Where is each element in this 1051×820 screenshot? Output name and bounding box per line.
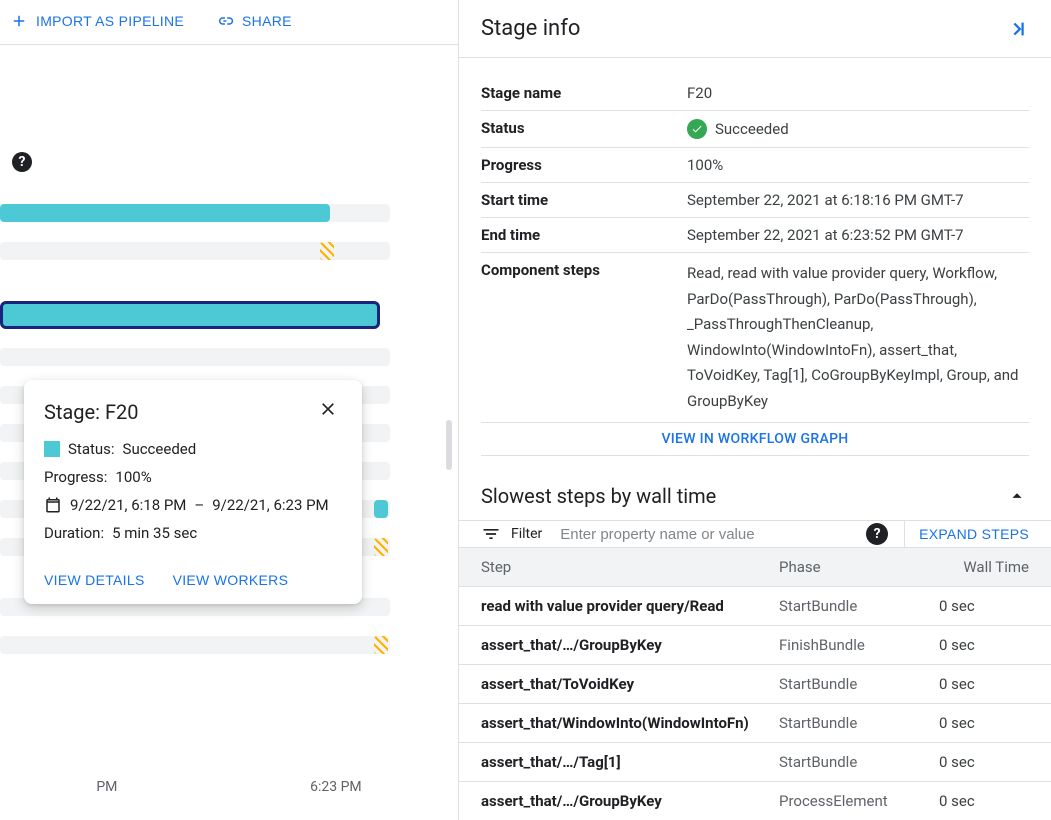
cell-wall: 0 sec — [939, 714, 1029, 732]
info-value-end: September 22, 2021 at 6:23:52 PM GMT-7 — [687, 226, 1029, 244]
slowest-steps-title: Slowest steps by wall time — [481, 484, 716, 508]
help-icon[interactable]: ? — [866, 523, 888, 545]
cell-step: assert_that/WindowInto(WindowIntoFn) — [481, 714, 779, 732]
status-label: Status: — [68, 440, 115, 458]
table-row[interactable]: assert_that/…/Tag[1]StartBundle0 sec — [459, 743, 1051, 782]
info-value-status: Succeeded — [715, 120, 789, 138]
tooltip-title: Stage: F20 — [44, 400, 138, 424]
panel-title: Stage info — [481, 16, 580, 41]
cell-phase: FinishBundle — [779, 636, 939, 654]
duration-label: Duration: — [44, 524, 104, 542]
duration-value: 5 min 35 sec — [112, 524, 197, 542]
cell-step: assert_that/…/GroupByKey — [481, 636, 779, 654]
stage-info-table: Stage name F20 Status Succeeded Progress… — [459, 58, 1051, 456]
table-row[interactable]: assert_that/…/GroupByKeyFinishBundle0 se… — [459, 626, 1051, 665]
filter-bar: Filter ? EXPAND STEPS — [459, 520, 1051, 548]
link-icon — [216, 12, 234, 30]
view-workflow-graph-link[interactable]: VIEW IN WORKFLOW GRAPH — [661, 431, 848, 447]
divider — [904, 521, 905, 547]
share-label: SHARE — [242, 13, 292, 29]
filter-input[interactable] — [560, 526, 860, 543]
main-content-area: IMPORT AS PIPELINE SHARE ? PM — [0, 0, 459, 820]
col-step: Step — [481, 558, 779, 576]
scroll-handle[interactable] — [446, 420, 452, 470]
status-color-chip — [44, 441, 60, 457]
info-value-stage-name: F20 — [687, 84, 1029, 102]
cell-phase: StartBundle — [779, 753, 939, 771]
info-label-status: Status — [481, 119, 687, 137]
cell-step: assert_that/…/Tag[1] — [481, 753, 779, 771]
table-row[interactable]: read with value provider query/ReadStart… — [459, 587, 1051, 626]
stage-info-panel: Stage info Stage name F20 Status Succeed… — [459, 0, 1051, 820]
table-row[interactable]: assert_that/ToVoidKeyStartBundle0 sec — [459, 665, 1051, 704]
cell-phase: StartBundle — [779, 714, 939, 732]
check-circle-icon — [687, 119, 707, 139]
end-time: 9/22/21, 6:23 PM — [212, 496, 328, 514]
filter-icon — [481, 524, 501, 544]
chevron-up-icon[interactable] — [1005, 484, 1029, 508]
progress-value: 100% — [115, 468, 151, 486]
table-header: Step Phase Wall Time — [459, 548, 1051, 587]
cell-wall: 0 sec — [939, 753, 1029, 771]
close-icon[interactable] — [314, 398, 342, 426]
cell-phase: ProcessElement — [779, 792, 939, 810]
cell-wall: 0 sec — [939, 636, 1029, 654]
time-separator: – — [194, 496, 204, 514]
view-details-button[interactable]: VIEW DETAILS — [44, 572, 145, 588]
info-label-progress: Progress — [481, 156, 687, 174]
top-action-bar: IMPORT AS PIPELINE SHARE — [0, 0, 458, 45]
expand-steps-button[interactable]: EXPAND STEPS — [919, 526, 1029, 542]
time-label: 6:23 PM — [310, 779, 362, 795]
info-label-components: Component steps — [481, 261, 687, 279]
cell-step: read with value provider query/Read — [481, 597, 779, 615]
help-icon[interactable]: ? — [12, 152, 32, 172]
info-value-components: Read, read with value provider query, Wo… — [687, 261, 1029, 414]
info-label-end: End time — [481, 226, 687, 244]
stage-tooltip-card: Stage: F20 Status: Succeeded Progress: 1… — [24, 380, 362, 604]
time-axis: PM 6:23 PM — [0, 779, 458, 795]
info-value-start: September 22, 2021 at 6:18:16 PM GMT-7 — [687, 191, 1029, 209]
table-row[interactable]: assert_that/WindowInto(WindowIntoFn)Star… — [459, 704, 1051, 743]
col-phase: Phase — [779, 558, 939, 576]
time-label: PM — [96, 779, 117, 795]
calendar-icon — [44, 496, 62, 514]
info-label-stage-name: Stage name — [481, 84, 687, 102]
cell-step: assert_that/ToVoidKey — [481, 675, 779, 693]
share-button[interactable]: SHARE — [216, 12, 292, 30]
col-wall: Wall Time — [939, 558, 1029, 576]
collapse-panel-icon[interactable] — [1007, 18, 1029, 40]
import-label: IMPORT AS PIPELINE — [36, 13, 184, 29]
progress-label: Progress: — [44, 468, 107, 486]
filter-label: Filter — [511, 526, 542, 542]
start-time: 9/22/21, 6:18 PM — [70, 496, 186, 514]
cell-wall: 0 sec — [939, 597, 1029, 615]
cell-phase: StartBundle — [779, 675, 939, 693]
table-row[interactable]: assert_that/…/GroupByKeyProcessElement0 … — [459, 782, 1051, 820]
view-workers-button[interactable]: VIEW WORKERS — [173, 572, 289, 588]
info-label-start: Start time — [481, 191, 687, 209]
slowest-steps-table: Step Phase Wall Time read with value pro… — [459, 548, 1051, 820]
cell-step: assert_that/…/GroupByKey — [481, 792, 779, 810]
import-pipeline-button[interactable]: IMPORT AS PIPELINE — [10, 12, 184, 30]
cell-wall: 0 sec — [939, 792, 1029, 810]
status-value: Succeeded — [123, 440, 197, 458]
info-value-progress: 100% — [687, 156, 1029, 174]
cell-wall: 0 sec — [939, 675, 1029, 693]
plus-icon — [10, 12, 28, 30]
cell-phase: StartBundle — [779, 597, 939, 615]
